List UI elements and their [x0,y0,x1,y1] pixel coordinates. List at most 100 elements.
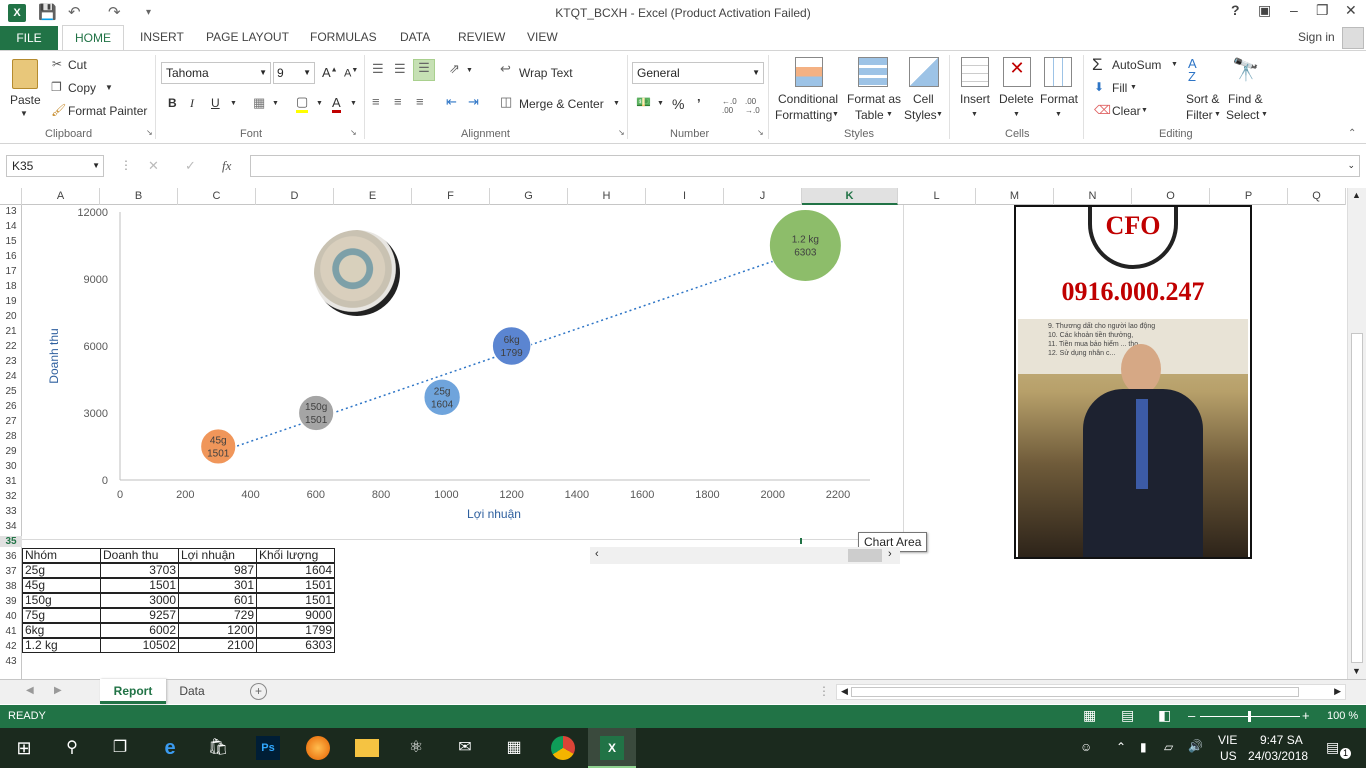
format-cells-button[interactable]: Format [1040,92,1078,106]
borders-icon[interactable]: ▦ [253,95,265,111]
chevron-down-icon[interactable]: ▼ [1261,111,1268,118]
row-header[interactable]: 20 [0,311,22,322]
embedded-scrollbar[interactable]: ‹ › [590,547,900,564]
row-header[interactable]: 29 [0,446,22,457]
chevron-down-icon[interactable]: ▼ [832,111,839,118]
app-icon[interactable]: ⚛ [404,736,428,760]
format-painter-button[interactable]: Format Painter [68,104,147,118]
sign-in-link[interactable]: Sign in [1298,30,1335,44]
font-color-dropdown-icon[interactable]: ▼ [350,100,357,107]
row-header[interactable]: 33 [0,506,22,517]
wrap-text-button[interactable]: Wrap Text [519,66,573,80]
table-cell[interactable]: 301 [178,578,257,593]
cell-styles-button[interactable]: Cell [913,92,934,106]
cut-icon[interactable]: ✂ [52,57,62,71]
table-cell[interactable]: 10502 [100,638,179,653]
row-header[interactable]: 43 [0,656,22,667]
align-center-icon[interactable]: ≡ [394,94,402,109]
accounting-dropdown-icon[interactable]: ▼ [657,100,664,107]
row-header[interactable]: 23 [0,356,22,367]
row-header[interactable]: 18 [0,281,22,292]
column-header[interactable]: Q [1288,188,1346,205]
scroll-left-icon[interactable]: ◀ [841,686,848,697]
vertical-scrollbar[interactable]: ▲ ▼ [1347,188,1366,679]
insert-cells-icon[interactable] [961,57,989,87]
store-icon[interactable]: 🛍 [206,736,230,760]
scroll-thumb[interactable] [851,687,1299,697]
row-header[interactable]: 41 [0,626,22,637]
column-header[interactable]: N [1054,188,1132,205]
column-header[interactable]: D [256,188,334,205]
row-header[interactable]: 30 [0,461,22,472]
collapse-ribbon-icon[interactable]: ⌃ [1348,128,1356,139]
column-header[interactable]: C [178,188,256,205]
row-header[interactable]: 37 [0,566,22,577]
ribbon-display-icon[interactable]: ▣ [1258,2,1271,19]
language-indicator[interactable]: VIE [1218,733,1237,747]
network-icon[interactable]: ▱ [1164,740,1173,754]
column-header[interactable]: O [1132,188,1210,205]
format-cells-icon[interactable] [1044,57,1072,87]
bold-button[interactable]: B [168,96,177,110]
scroll-thumb[interactable] [1351,333,1363,663]
number-format-select[interactable]: General ▼ [632,62,764,84]
row-header[interactable]: 36 [0,551,22,562]
clock-time[interactable]: 9:47 SA [1260,733,1303,747]
format-painter-icon[interactable]: 🖌 [51,103,66,117]
column-header[interactable]: P [1210,188,1288,205]
wrap-text-icon[interactable]: ↩ [500,61,511,77]
row-header[interactable]: 22 [0,341,22,352]
column-header[interactable]: G [490,188,568,205]
fill-icon[interactable]: ⬇ [1094,80,1104,94]
decrease-decimal-icon[interactable]: .00 →.0 [745,97,760,115]
row-header[interactable]: 39 [0,596,22,607]
italic-button[interactable]: I [190,96,194,111]
table-cell[interactable]: 1200 [178,623,257,638]
fill-color-dropdown-icon[interactable]: ▼ [316,100,323,107]
chrome-icon[interactable] [551,736,575,760]
scroll-thumb[interactable] [848,549,882,562]
row-header[interactable]: 21 [0,326,22,337]
row-header[interactable]: 42 [0,641,22,652]
merge-center-icon[interactable]: ◫ [500,94,512,110]
table-cell[interactable]: 1501 [256,593,335,608]
enter-icon[interactable]: ✓ [185,158,196,174]
tab-home[interactable]: HOME [62,25,124,51]
chevron-down-icon[interactable]: ▼ [1214,111,1221,118]
row-header[interactable]: 38 [0,581,22,592]
row-header[interactable]: 35 [0,536,22,547]
align-top-icon[interactable]: ☰ [372,61,384,77]
align-bottom-icon[interactable]: ☰ [413,59,435,81]
row-header[interactable]: 32 [0,491,22,502]
autosum-icon[interactable]: Σ [1092,55,1103,75]
formula-input[interactable]: ⌄ [250,155,1360,177]
worksheet-grid[interactable]: 0 200 400 600 800 1000 1200 1400 1600 1800 2000 220… [22,205,1346,679]
conditional-formatting-icon[interactable] [795,57,823,87]
align-right-icon[interactable]: ≡ [416,94,424,109]
chevron-down-icon[interactable]: ▼ [1055,111,1062,118]
decrease-font-icon[interactable]: A▼ [344,67,358,80]
row-header[interactable]: 25 [0,386,22,397]
font-size-select[interactable]: 9 ▼ [273,62,315,84]
increase-font-icon[interactable]: A▲ [322,65,338,80]
table-cell[interactable]: 601 [178,593,257,608]
number-launcher-icon[interactable]: ↘ [757,128,764,137]
zoom-level[interactable]: 100 % [1327,710,1358,722]
find-select-button[interactable]: Find & [1228,92,1263,106]
fill-dropdown-icon[interactable]: ▼ [1130,84,1137,91]
volume-icon[interactable]: 🔊 [1188,739,1203,753]
table-cell[interactable]: 987 [178,563,257,578]
table-header-cell[interactable]: Nhóm [22,548,101,563]
search-icon[interactable]: ⚲ [60,736,84,760]
edge-icon[interactable]: e [158,736,182,760]
comma-style-icon[interactable]: ’ [697,96,701,111]
sticky-notes-icon[interactable]: ▦ [502,736,526,760]
row-header[interactable]: 34 [0,521,22,532]
mail-icon[interactable]: ✉ [453,736,477,760]
row-header[interactable]: 27 [0,416,22,427]
cell-styles-icon[interactable] [909,57,939,87]
autosum-dropdown-icon[interactable]: ▼ [1171,61,1178,68]
zoom-out-button[interactable]: – [1188,708,1195,723]
tab-formulas[interactable]: FORMULAS [310,30,377,44]
table-header-cell[interactable]: Lợi nhuận [178,548,257,563]
